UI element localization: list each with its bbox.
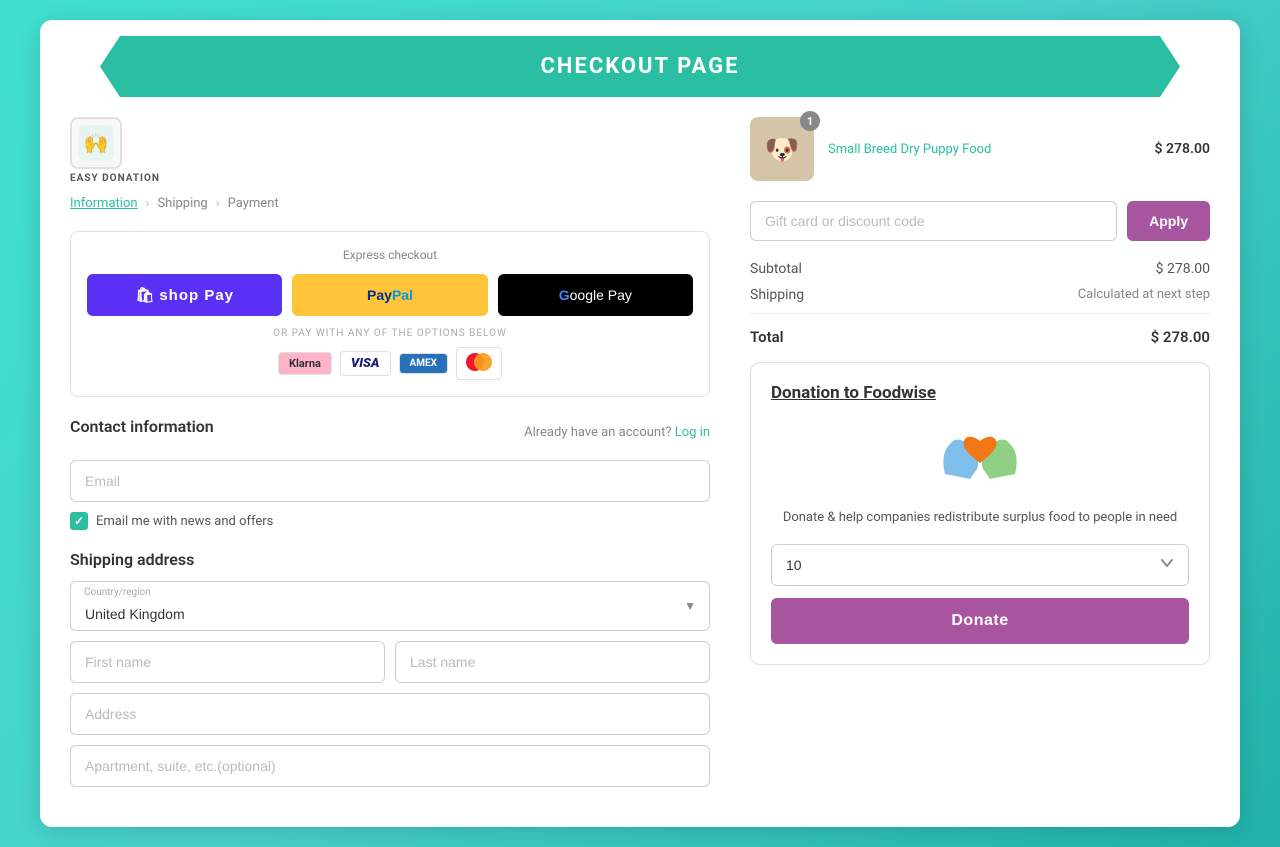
last-name-input[interactable]	[395, 641, 710, 683]
banner-title: CHECKOUT PAGE	[541, 54, 740, 79]
svg-text:🐶: 🐶	[765, 133, 800, 166]
discount-input[interactable]	[750, 201, 1117, 241]
brand-header: 🙌 EASY DONATION	[70, 117, 710, 184]
shipping-row: Shipping Calculated at next step	[750, 287, 1210, 303]
brand-name: EASY DONATION	[70, 173, 160, 184]
shoppay-label: shop Pay	[159, 287, 234, 304]
breadcrumb-shipping: Shipping	[157, 196, 207, 211]
country-select-wrapper: Country/region United Kingdom ▼	[70, 581, 710, 631]
newsletter-checkbox[interactable]	[70, 512, 88, 530]
payment-icons-row: Klarna VISA AMEX	[87, 347, 693, 380]
newsletter-row: Email me with news and offers	[70, 512, 710, 530]
first-name-input[interactable]	[70, 641, 385, 683]
googlepay-button[interactable]: Google Pay	[498, 274, 693, 316]
donation-card: Donation to Foodwise Donate & help compa…	[750, 362, 1210, 665]
product-row: 🐶 1 Small Breed Dry Puppy Food $ 278.00	[750, 117, 1210, 181]
breadcrumb: Information › Shipping › Payment	[70, 196, 710, 211]
summary-divider	[750, 313, 1210, 314]
brand-logo: 🙌	[70, 117, 122, 169]
klarna-icon: Klarna	[278, 352, 332, 375]
breadcrumb-payment: Payment	[228, 196, 279, 211]
apartment-input[interactable]	[70, 745, 710, 787]
amex-icon: AMEX	[399, 353, 448, 374]
shipping-section: Shipping address Country/region United K…	[70, 550, 710, 797]
donate-button[interactable]: Donate	[771, 598, 1189, 644]
express-checkout-label: Express checkout	[87, 248, 693, 262]
brand-logo-icon: 🙌	[78, 125, 114, 161]
product-name[interactable]: Small Breed Dry Puppy Food	[828, 142, 1141, 157]
subtotal-label: Subtotal	[750, 261, 802, 277]
product-price: $ 278.00	[1155, 141, 1210, 157]
shoppay-button[interactable]: 🛍 shop Pay	[87, 274, 282, 316]
express-buttons-row: 🛍 shop Pay PayPal Google Pay	[87, 274, 693, 316]
right-panel: 🐶 1 Small Breed Dry Puppy Food $ 278.00 …	[750, 117, 1210, 797]
product-image-wrapper: 🐶 1	[750, 117, 814, 181]
login-prompt: Already have an account? Log in	[524, 425, 710, 440]
googlepay-label: Google Pay	[559, 287, 632, 303]
or-pay-label: OR PAY WITH ANY OF THE OPTIONS BELOW	[87, 328, 693, 339]
login-link[interactable]: Log in	[675, 425, 710, 440]
donation-title: Donation to Foodwise	[771, 383, 1189, 403]
shipping-value: Calculated at next step	[1078, 287, 1210, 303]
donation-amount-wrapper: 5 10 15 20 25 50	[771, 544, 1189, 586]
address-input[interactable]	[70, 693, 710, 735]
donation-amount-select[interactable]: 5 10 15 20 25 50	[771, 544, 1189, 586]
discount-row: Apply	[750, 201, 1210, 241]
contact-title: Contact information	[70, 417, 214, 436]
visa-icon: VISA	[340, 351, 391, 376]
shipping-title: Shipping address	[70, 550, 710, 569]
donation-logo	[771, 419, 1189, 494]
svg-text:🙌: 🙌	[84, 131, 109, 155]
breadcrumb-sep-1: ›	[146, 196, 150, 211]
total-value: $ 278.00	[1151, 328, 1210, 346]
paypal-label: PayPal	[367, 287, 413, 303]
mastercard-icon	[456, 347, 502, 380]
checkout-banner: CHECKOUT PAGE	[100, 36, 1180, 97]
breadcrumb-sep-2: ›	[216, 196, 220, 211]
product-quantity-badge: 1	[800, 111, 820, 131]
shoppay-icon: 🛍	[135, 286, 155, 304]
country-select[interactable]: United Kingdom	[70, 581, 710, 631]
contact-section: Contact information Already have an acco…	[70, 417, 710, 530]
breadcrumb-information[interactable]: Information	[70, 196, 138, 211]
apply-button[interactable]: Apply	[1127, 201, 1210, 241]
newsletter-label: Email me with news and offers	[96, 514, 273, 529]
email-input[interactable]	[70, 460, 710, 502]
subtotal-value: $ 278.00	[1156, 261, 1210, 277]
order-summary: Subtotal $ 278.00 Shipping Calculated at…	[750, 261, 1210, 346]
total-row: Total $ 278.00	[750, 322, 1210, 346]
donation-description: Donate & help companies redistribute sur…	[771, 508, 1189, 528]
paypal-button[interactable]: PayPal	[292, 274, 487, 316]
shipping-label: Shipping	[750, 287, 804, 303]
express-checkout-section: Express checkout 🛍 shop Pay PayPal Googl…	[70, 231, 710, 397]
donation-logo-icon	[935, 419, 1025, 494]
name-row	[70, 641, 710, 683]
left-panel: 🙌 EASY DONATION Information › Shipping ›…	[70, 117, 710, 797]
total-label: Total	[750, 328, 784, 346]
subtotal-row: Subtotal $ 278.00	[750, 261, 1210, 277]
